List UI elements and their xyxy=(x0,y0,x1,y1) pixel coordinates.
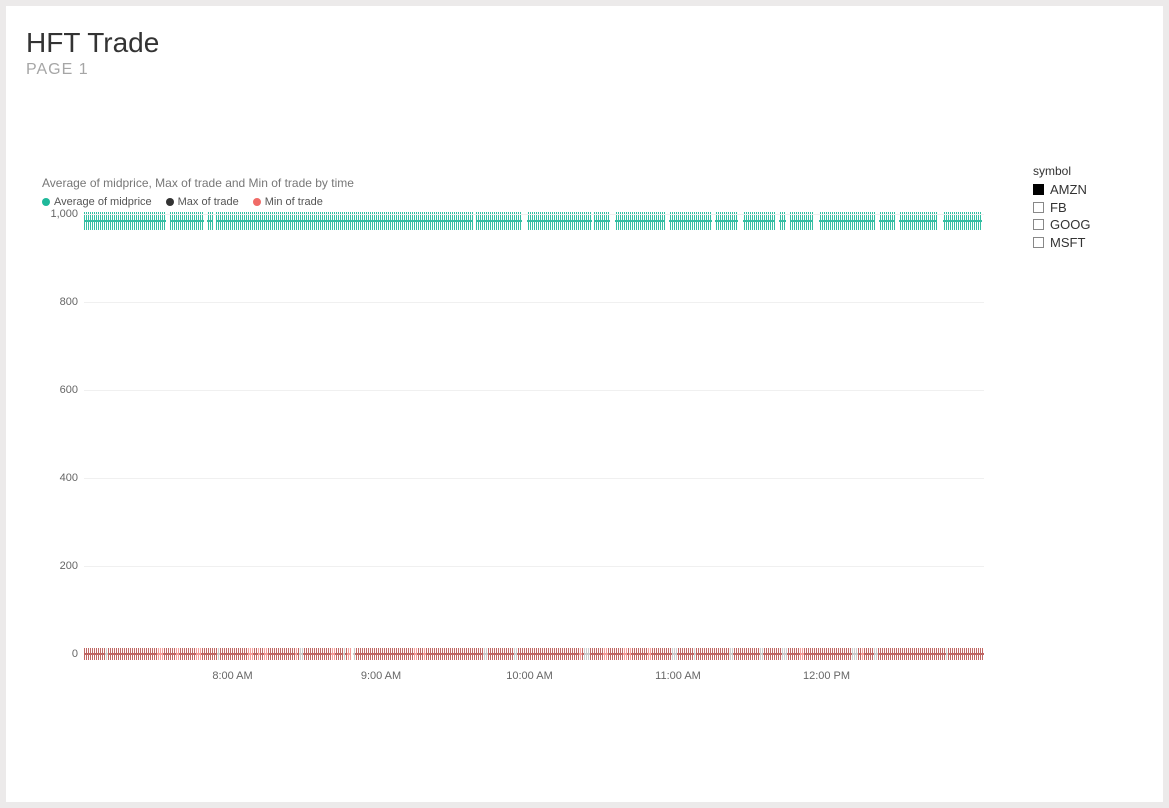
report-canvas: HFT Trade PAGE 1 Average of midprice, Ma… xyxy=(6,6,1163,802)
x-tick-label: 11:00 AM xyxy=(655,670,701,682)
slicer-item-label: GOOG xyxy=(1050,216,1090,234)
x-tick-label: 8:00 AM xyxy=(212,670,252,682)
line-chart-visual[interactable]: Average of midprice, Max of trade and Mi… xyxy=(42,176,1002,746)
x-tick-label: 10:00 AM xyxy=(506,670,552,682)
slicer-item-msft[interactable]: MSFT xyxy=(1033,234,1143,252)
chart-legend: Average of midprice Max of trade Min of … xyxy=(42,196,1002,208)
series-max-trade xyxy=(84,648,984,660)
y-tick-label: 1,000 xyxy=(42,208,78,220)
legend-item-min[interactable]: Min of trade xyxy=(253,196,323,208)
slicer-item-goog[interactable]: GOOG xyxy=(1033,216,1143,234)
chart-title: Average of midprice, Max of trade and Mi… xyxy=(42,176,1002,190)
legend-swatch-midprice xyxy=(42,198,50,206)
slicer-item-amzn[interactable]: AMZN xyxy=(1033,181,1143,199)
y-tick-label: 600 xyxy=(42,384,78,396)
legend-swatch-max xyxy=(166,198,174,206)
y-tick-label: 200 xyxy=(42,560,78,572)
y-tick-label: 0 xyxy=(42,648,78,660)
y-gridline xyxy=(84,390,984,391)
y-tick-label: 800 xyxy=(42,296,78,308)
legend-swatch-min xyxy=(253,198,261,206)
y-tick-label: 400 xyxy=(42,472,78,484)
y-gridline xyxy=(84,214,984,215)
legend-label-min: Min of trade xyxy=(265,196,323,208)
checkbox-icon[interactable] xyxy=(1033,219,1044,230)
checkbox-icon[interactable] xyxy=(1033,184,1044,195)
report-header: HFT Trade PAGE 1 xyxy=(26,28,159,79)
x-tick-label: 12:00 PM xyxy=(803,670,850,682)
y-gridline xyxy=(84,478,984,479)
checkbox-icon[interactable] xyxy=(1033,237,1044,248)
symbol-slicer[interactable]: symbol AMZNFBGOOGMSFT xyxy=(1033,164,1143,251)
y-gridline xyxy=(84,566,984,567)
slicer-item-label: AMZN xyxy=(1050,181,1087,199)
legend-item-midprice[interactable]: Average of midprice xyxy=(42,196,152,208)
legend-item-max[interactable]: Max of trade xyxy=(166,196,239,208)
plot-area[interactable]: 02004006008001,0008:00 AM9:00 AM10:00 AM… xyxy=(84,214,984,654)
report-title: HFT Trade xyxy=(26,28,159,59)
slicer-title: symbol xyxy=(1033,164,1143,178)
checkbox-icon[interactable] xyxy=(1033,202,1044,213)
slicer-item-label: FB xyxy=(1050,199,1067,217)
slicer-item-fb[interactable]: FB xyxy=(1033,199,1143,217)
slicer-item-label: MSFT xyxy=(1050,234,1085,252)
page-label: PAGE 1 xyxy=(26,61,159,79)
legend-label-midprice: Average of midprice xyxy=(54,196,152,208)
y-gridline xyxy=(84,302,984,303)
legend-label-max: Max of trade xyxy=(178,196,239,208)
x-tick-label: 9:00 AM xyxy=(361,670,401,682)
